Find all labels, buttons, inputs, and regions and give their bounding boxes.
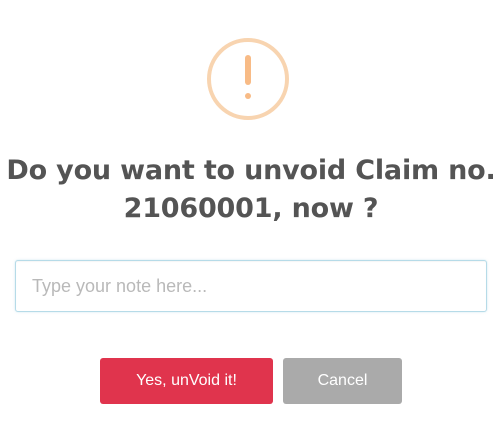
exclamation-bar [245, 55, 251, 85]
note-input[interactable] [15, 260, 487, 312]
dialog-title: Do you want to unvoid Claim no. 21060001… [6, 155, 496, 224]
unvoid-dialog: Do you want to unvoid Claim no. 21060001… [0, 0, 502, 425]
confirm-unvoid-button[interactable]: Yes, unVoid it! [100, 358, 273, 404]
exclamation-icon [245, 55, 251, 103]
warning-icon [207, 38, 289, 120]
cancel-button[interactable]: Cancel [283, 358, 402, 404]
exclamation-dot [245, 93, 251, 99]
